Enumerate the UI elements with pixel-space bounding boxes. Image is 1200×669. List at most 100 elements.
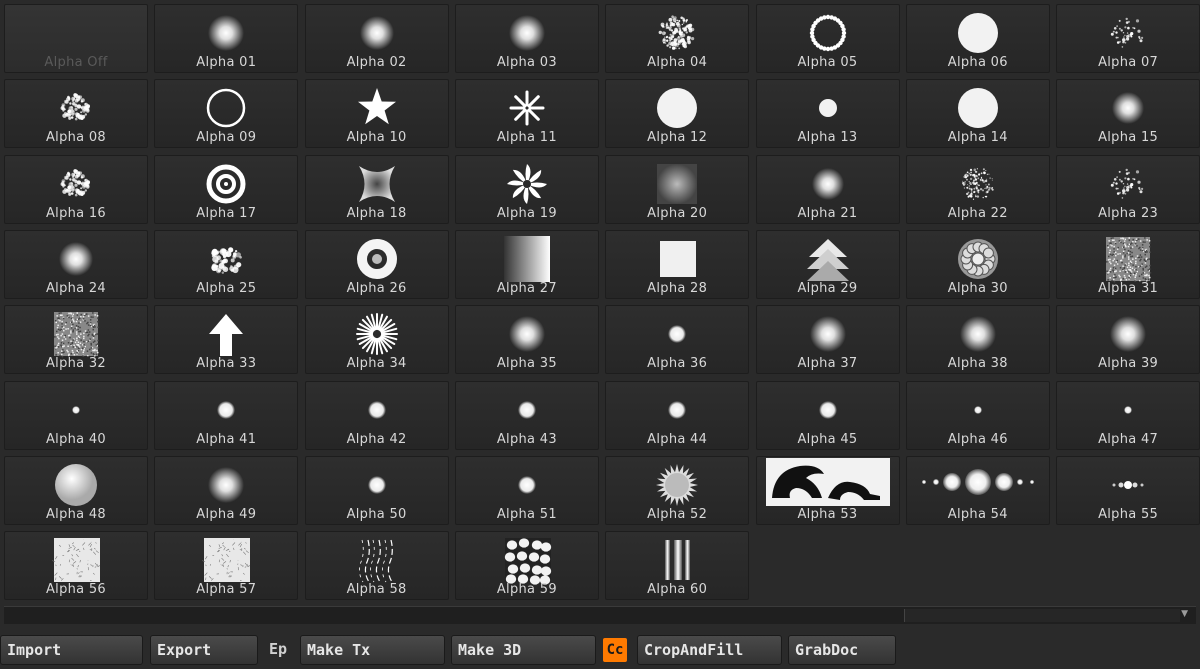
alpha-tile[interactable]: Alpha 57 — [154, 531, 299, 601]
alpha-tile[interactable]: Alpha 38 — [905, 305, 1050, 375]
alpha-tile[interactable]: Alpha 27 — [454, 229, 599, 299]
alpha-tile[interactable]: Alpha 37 — [755, 305, 900, 375]
crackle-square-icon — [202, 538, 251, 583]
alpha-tile[interactable]: Alpha 15 — [1056, 79, 1200, 149]
alpha-tile[interactable]: Alpha 30 — [905, 229, 1050, 299]
alpha-tile[interactable]: Alpha 47 — [1056, 380, 1200, 450]
alpha-tile[interactable]: Alpha 39 — [1056, 305, 1200, 375]
soft-square-icon — [654, 162, 700, 206]
small-soft-dot-icon — [654, 388, 700, 432]
alpha-tile[interactable]: Alpha 20 — [605, 154, 750, 224]
alpha-tile-label: Alpha 41 — [196, 431, 257, 447]
grab-doc-button[interactable]: GrabDoc — [788, 635, 896, 665]
alpha-tile[interactable]: Alpha 16 — [4, 154, 148, 224]
alpha-tile-label: Alpha 44 — [647, 431, 708, 447]
alpha-tile-label: Alpha 34 — [346, 356, 407, 372]
alpha-tile[interactable]: Alpha 09 — [154, 79, 299, 149]
make-3d-button[interactable]: Make 3D — [451, 635, 596, 665]
alpha-tile[interactable]: Alpha 36 — [605, 305, 750, 375]
palette-scrollbar[interactable]: ▼ — [4, 606, 1196, 624]
alpha-tile[interactable]: Alpha 49 — [154, 455, 299, 525]
alpha-tile[interactable]: Alpha 26 — [304, 229, 449, 299]
starburst-icon — [504, 86, 550, 130]
alpha-tile[interactable]: Alpha 25 — [154, 229, 299, 299]
alpha-tile[interactable]: Alpha 19 — [454, 154, 599, 224]
alpha-tile[interactable]: Alpha 04 — [605, 4, 750, 73]
fuzzy-splat-icon — [1105, 86, 1151, 130]
import-button[interactable]: Import — [0, 635, 143, 665]
alpha-tile-label: Alpha 52 — [647, 506, 708, 522]
scroll-down-icon[interactable]: ▼ — [1181, 609, 1188, 619]
alpha-tile-label: Alpha 05 — [797, 55, 858, 70]
alpha-tile[interactable]: Alpha 44 — [605, 380, 750, 450]
alpha-tile[interactable]: Alpha 28 — [605, 229, 750, 299]
cc-toggle[interactable]: Cc — [603, 638, 627, 662]
soft-round-brush-icon — [504, 312, 550, 356]
sunburst-icon — [354, 312, 400, 356]
alpha-tile[interactable]: Alpha 45 — [755, 380, 900, 450]
alpha-tile-label: Alpha 22 — [947, 205, 1008, 221]
alpha-tile[interactable]: Alpha 14 — [905, 79, 1050, 149]
alpha-tile[interactable]: Alpha 35 — [454, 305, 599, 375]
alpha-tile[interactable]: Alpha 13 — [755, 79, 900, 149]
alpha-tile[interactable]: Alpha 53 — [755, 455, 900, 525]
alpha-tile[interactable]: Alpha 32 — [4, 305, 148, 375]
alpha-tile[interactable]: Alpha 03 — [454, 4, 599, 73]
alpha-off-tile[interactable]: Alpha Off — [4, 4, 148, 73]
swirl-flower-icon — [504, 162, 550, 206]
alpha-tile[interactable]: Alpha 46 — [905, 380, 1050, 450]
alpha-tile[interactable]: Alpha 55 — [1056, 455, 1200, 525]
alpha-tile[interactable]: Alpha 18 — [304, 154, 449, 224]
alpha-palette-grid: Alpha Off Alpha 01 Alpha 02 Alpha 03 Alpha … — [4, 4, 1200, 604]
alpha-tile[interactable]: Alpha 21 — [755, 154, 900, 224]
alpha-tile-label: Alpha 06 — [947, 55, 1008, 70]
alpha-tile[interactable]: Alpha 41 — [154, 380, 299, 450]
alpha-tile[interactable]: Alpha 40 — [4, 380, 148, 450]
alpha-tile[interactable]: Alpha 51 — [454, 455, 599, 525]
crop-and-fill-button[interactable]: CropAndFill — [637, 635, 782, 665]
alpha-tile[interactable]: Alpha 42 — [304, 380, 449, 450]
alpha-tile[interactable]: Alpha 50 — [304, 455, 449, 525]
alpha-tile[interactable]: Alpha 17 — [154, 154, 299, 224]
alpha-tile[interactable]: Alpha 07 — [1056, 4, 1200, 73]
alpha-tile[interactable]: Alpha 54 — [905, 455, 1050, 525]
alpha-tile[interactable]: Alpha 60 — [605, 531, 750, 601]
alpha-tile-label: Alpha 33 — [196, 356, 257, 372]
ring-outline-icon — [203, 86, 249, 130]
alpha-off-label: Alpha Off — [44, 55, 108, 70]
alpha-tile[interactable]: Alpha 08 — [4, 79, 148, 149]
alpha-tile[interactable]: Alpha 22 — [905, 154, 1050, 224]
make-tx-button[interactable]: Make Tx — [300, 635, 445, 665]
alpha-tile[interactable]: Alpha 23 — [1056, 154, 1200, 224]
alpha-tile-label: Alpha 36 — [647, 356, 708, 372]
alpha-tile[interactable]: Alpha 01 — [154, 4, 299, 73]
alpha-tile[interactable]: Alpha 11 — [454, 79, 599, 149]
alpha-tile[interactable]: Alpha 06 — [905, 4, 1050, 73]
scrollbar-thumb[interactable] — [904, 609, 1180, 622]
alpha-tile[interactable]: Alpha 31 — [1056, 229, 1200, 299]
alpha-tile[interactable]: Alpha 29 — [755, 229, 900, 299]
alpha-tile[interactable]: Alpha 33 — [154, 305, 299, 375]
tiny-dot-icon — [955, 388, 1001, 432]
alpha-tile-label: Alpha 47 — [1098, 431, 1159, 447]
alpha-tile-label: Alpha 42 — [346, 431, 407, 447]
alpha-tile[interactable]: Alpha 48 — [4, 455, 148, 525]
alpha-tile[interactable]: Alpha 34 — [304, 305, 449, 375]
alpha-tile-label: Alpha 45 — [797, 431, 858, 447]
alpha-tile[interactable]: Alpha 12 — [605, 79, 750, 149]
soft-round-brush-icon — [203, 11, 249, 55]
alpha-tile[interactable]: Alpha 56 — [4, 531, 148, 601]
alpha-tile[interactable]: Alpha 59 — [454, 531, 599, 601]
alpha-tile-label: Alpha 50 — [346, 506, 407, 522]
alpha-tile[interactable]: Alpha 05 — [755, 4, 900, 73]
alpha-tile[interactable]: Alpha 10 — [304, 79, 449, 149]
alpha-tile[interactable]: Alpha 24 — [4, 229, 148, 299]
export-button[interactable]: Export — [150, 635, 258, 665]
alpha-tile[interactable]: Alpha 43 — [454, 380, 599, 450]
alpha-tile[interactable]: Alpha 52 — [605, 455, 750, 525]
alpha-tile[interactable]: Alpha 02 — [304, 4, 449, 73]
solid-square-icon — [654, 237, 700, 281]
alpha-tile-label: Alpha 15 — [1098, 130, 1159, 146]
alpha-tile-label: Alpha 03 — [496, 55, 557, 70]
alpha-tile[interactable]: Alpha 58 — [304, 531, 449, 601]
